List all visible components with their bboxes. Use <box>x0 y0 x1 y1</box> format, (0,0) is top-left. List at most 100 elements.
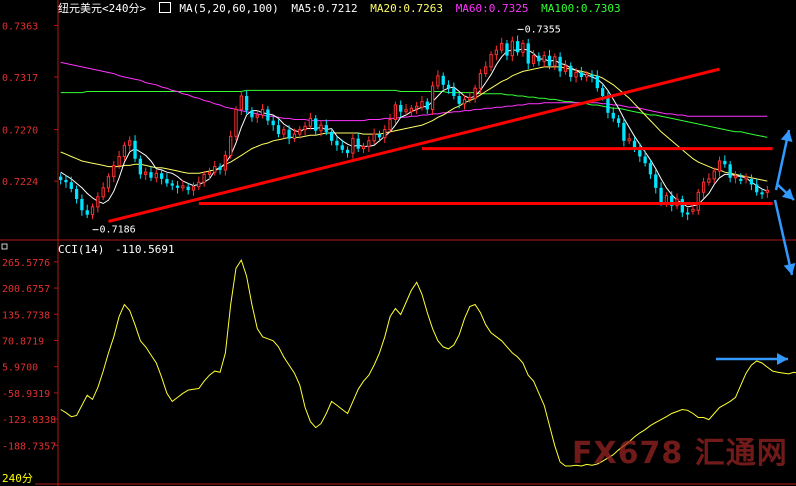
candle <box>96 192 100 213</box>
cci-tick-label: -123.8338 <box>2 415 56 426</box>
candle-body-down <box>760 192 764 195</box>
candle <box>404 104 408 116</box>
candle-body-down <box>85 210 89 215</box>
cci-header: CCI(14) -110.5691 <box>58 243 181 256</box>
candle-body-down <box>632 140 637 148</box>
candle-body-up <box>585 74 589 78</box>
candle-body-up <box>701 181 706 193</box>
candle <box>351 134 355 159</box>
symbol-label: 纽元美元<240分> <box>58 2 147 15</box>
candle <box>622 118 626 147</box>
candle <box>749 174 754 191</box>
ma-params-label: MA(5,20,60,100) <box>179 2 279 15</box>
candle <box>122 141 127 161</box>
candlestick-series <box>59 35 769 221</box>
candle <box>308 112 313 130</box>
candle <box>218 163 222 175</box>
candle-body-up <box>207 171 212 175</box>
candle-body-down <box>526 43 530 64</box>
period-tab-label: 240分 <box>2 472 33 485</box>
candle-body-up <box>255 114 259 118</box>
ma-toggle-icon[interactable] <box>158 2 171 13</box>
candle <box>260 103 265 119</box>
candle-body-down <box>590 74 594 77</box>
candle-body-down <box>595 75 599 89</box>
candle <box>590 70 594 83</box>
candle-body-down <box>271 120 275 126</box>
candle-body-down <box>515 41 520 53</box>
candle <box>696 188 700 215</box>
candle-body-up <box>234 108 238 137</box>
candle <box>547 50 552 70</box>
candle-body-down <box>569 65 573 77</box>
candle-body-up <box>409 107 413 113</box>
candle <box>229 130 233 159</box>
candle <box>128 136 132 151</box>
candle-body-up <box>383 129 387 138</box>
candle-body-up <box>202 173 206 183</box>
candle-body-down <box>287 129 291 139</box>
candle-body-down <box>266 109 270 121</box>
candle-body-down <box>250 110 254 118</box>
candle-body-down <box>441 75 445 85</box>
candle-body-up <box>733 175 738 179</box>
candle <box>685 208 690 221</box>
price-axis: 0.7363 0.7317 0.7270 0.7224 <box>2 21 58 188</box>
candle <box>367 136 371 152</box>
candle <box>213 160 217 176</box>
candle <box>675 193 679 210</box>
candle <box>542 51 546 67</box>
period-tab[interactable]: 240分 <box>0 470 35 486</box>
candle-body-down <box>537 55 541 62</box>
candle <box>159 168 164 185</box>
candle <box>441 72 445 90</box>
candle-body-down <box>335 140 339 146</box>
candle <box>90 203 95 220</box>
candle-body-down <box>276 125 281 135</box>
candle-body-up <box>531 55 536 65</box>
candle-body-down <box>399 104 403 112</box>
cci-tick-label: 5.9700 <box>2 363 38 374</box>
candle-body-up <box>430 85 435 110</box>
watermark: FX678 汇通网 <box>572 428 788 472</box>
price-tick-label: 0.7363 <box>2 21 38 32</box>
candle-body-up <box>500 42 504 51</box>
candle-body-down <box>558 56 562 72</box>
candle-body-down <box>64 180 68 183</box>
candle <box>255 110 259 123</box>
candle-body-up <box>319 124 323 132</box>
candle-body-down <box>170 183 174 186</box>
candle <box>64 175 68 188</box>
candle-body-up <box>308 117 313 127</box>
candle <box>723 155 727 168</box>
candle-body-up <box>117 155 121 166</box>
candle <box>144 167 148 180</box>
candle-body-up <box>462 98 467 105</box>
candle <box>85 204 89 219</box>
candle <box>282 126 286 139</box>
candle <box>760 188 764 199</box>
candle <box>186 183 190 195</box>
candle-body-up <box>90 206 95 216</box>
price-tick-label: 0.7317 <box>2 73 38 84</box>
candle-body-down <box>749 178 754 185</box>
candle-body-up <box>664 195 669 203</box>
candle <box>420 96 424 111</box>
candle-body-down <box>80 199 84 211</box>
candle <box>733 171 738 184</box>
candle <box>314 115 318 136</box>
candle <box>616 115 621 128</box>
candle-body-up <box>303 125 307 131</box>
candle-body-down <box>643 156 647 164</box>
candle-body-down <box>505 43 509 56</box>
candle-body-up <box>367 140 371 147</box>
candle-body-down <box>356 138 360 149</box>
candle <box>138 155 143 179</box>
candle <box>707 173 711 186</box>
candle-body-up <box>744 176 748 180</box>
candle-body-up <box>128 140 132 146</box>
candle <box>383 125 387 144</box>
candle-body-up <box>239 95 243 110</box>
candle-body-up <box>260 108 265 116</box>
candle-body-up <box>542 55 546 62</box>
